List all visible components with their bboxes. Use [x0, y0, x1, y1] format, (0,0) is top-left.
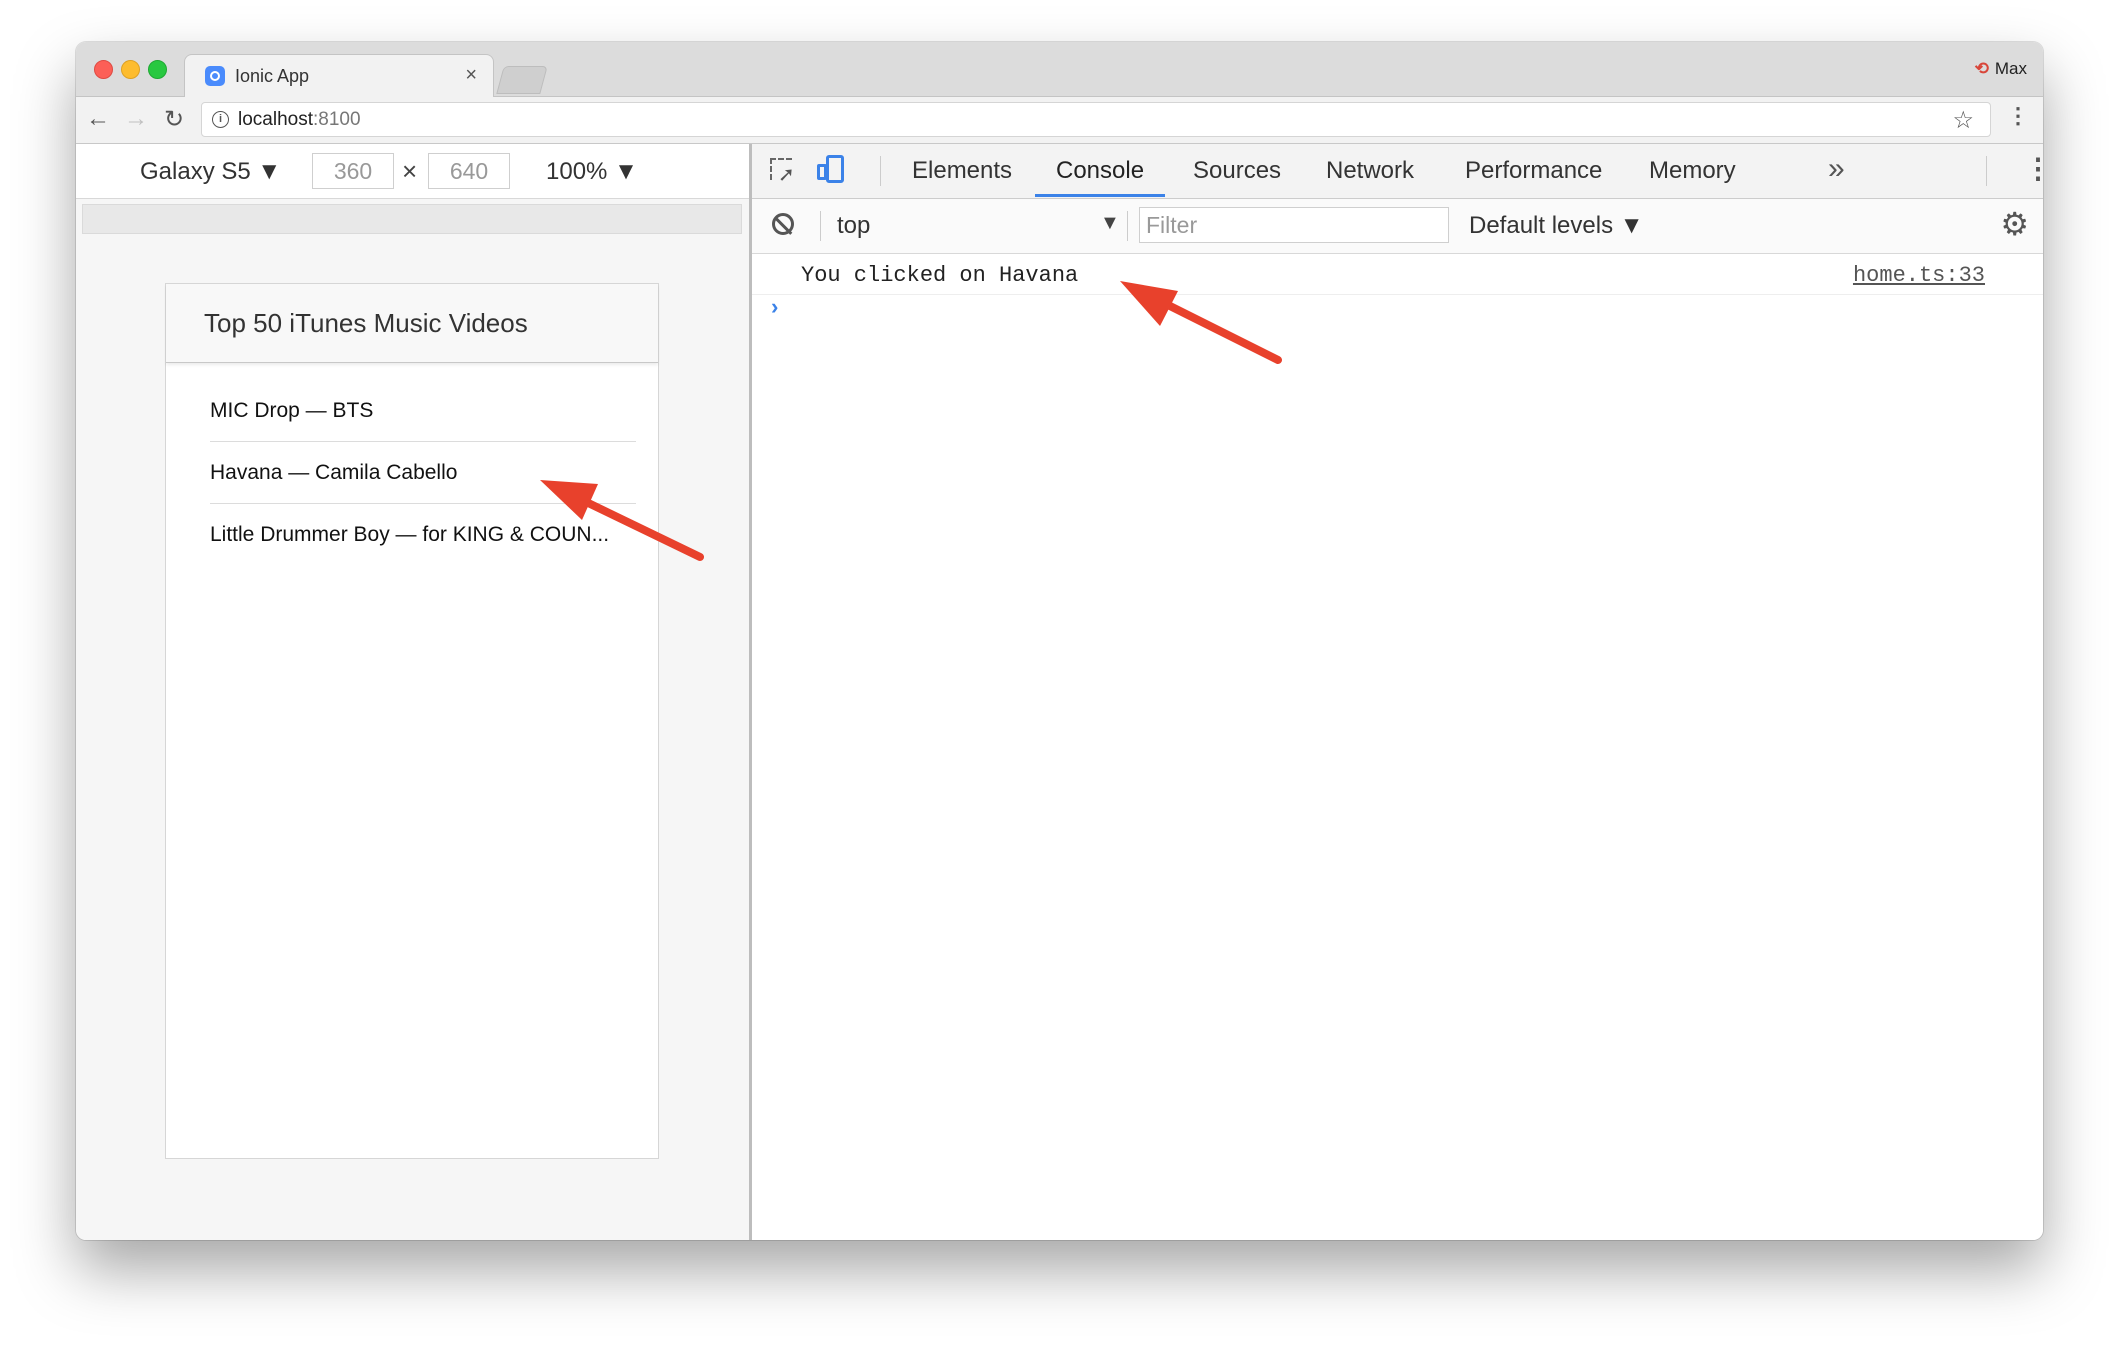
media-query-ruler[interactable] [82, 204, 742, 234]
back-arrow-icon[interactable]: ← [86, 105, 110, 133]
phone-viewport: Top 50 iTunes Music Videos MIC Drop — BT… [165, 283, 659, 1159]
divider [820, 211, 821, 241]
browser-toolbar: ← → ↻ i localhost:8100 ☆ ⋮ [76, 97, 2043, 144]
forward-arrow-icon[interactable]: → [124, 105, 148, 133]
tab-console[interactable]: Console [1056, 157, 1144, 185]
tab-sources[interactable]: Sources [1193, 157, 1281, 185]
title-bar: Ionic App × ⟲ Max [76, 42, 2043, 97]
list-item[interactable]: Havana — Camila Cabello [210, 442, 636, 504]
browser-menu-icon[interactable]: ⋮ [2007, 103, 2029, 129]
list-item[interactable]: MIC Drop — BTS [210, 380, 636, 442]
tab-memory[interactable]: Memory [1649, 157, 1736, 185]
dropdown-triangle-icon: ▼ [257, 158, 282, 185]
ionic-favicon-icon [205, 66, 225, 86]
device-name-label: Galaxy S5 [140, 158, 251, 185]
device-toolbar: Galaxy S5 ▼ 360 × 640 100% ▼ [76, 144, 749, 199]
browser-window: Ionic App × ⟲ Max ← → ↻ i localhost:8100 … [76, 42, 2043, 1240]
app-title: Top 50 iTunes Music Videos [204, 308, 528, 338]
devtools-tab-bar: Elements Console Sources Network Perform… [752, 144, 2043, 199]
height-input[interactable]: 640 [428, 153, 510, 189]
active-tab-indicator [1035, 194, 1165, 197]
gear-icon[interactable]: ⚙ [2000, 205, 2029, 243]
device-emulation-pane: Galaxy S5 ▼ 360 × 640 100% ▼ Top 50 iTun… [76, 144, 752, 1240]
video-list: MIC Drop — BTS Havana — Camila Cabello L… [210, 380, 636, 566]
inspect-element-icon[interactable] [770, 158, 795, 187]
toggle-device-icon[interactable] [817, 155, 844, 183]
console-log-row: You clicked on Havana home.ts:33 [752, 254, 2043, 295]
reload-icon[interactable]: ↻ [164, 105, 184, 134]
app-header: Top 50 iTunes Music Videos [166, 284, 658, 363]
console-toolbar: top ▼ Filter Default levels ▼ ⚙ [752, 199, 2043, 254]
log-levels-select[interactable]: Default levels ▼ [1469, 212, 1644, 240]
profile-name: Max [1994, 59, 2027, 78]
dropdown-triangle-icon[interactable]: ▼ [1100, 212, 1120, 235]
log-source-link[interactable]: home.ts:33 [1853, 263, 1985, 288]
width-input[interactable]: 360 [312, 153, 394, 189]
info-icon[interactable]: i [212, 111, 229, 128]
filter-input[interactable]: Filter [1139, 207, 1449, 243]
times-icon: × [402, 156, 418, 186]
new-tab-button[interactable] [496, 66, 548, 94]
url-port: :8100 [313, 109, 361, 130]
dropdown-triangle-icon: ▼ [614, 158, 638, 185]
url-text[interactable]: localhost:8100 [238, 109, 361, 131]
tab-title: Ionic App [235, 66, 310, 86]
sync-icon: ⟲ [1974, 59, 1989, 78]
profile-button[interactable]: ⟲ Max [1975, 59, 2027, 79]
minimize-window-button[interactable] [121, 60, 140, 79]
tab-close-icon[interactable]: × [465, 64, 477, 87]
bookmark-star-icon[interactable]: ☆ [1952, 106, 1974, 135]
address-bar[interactable]: i localhost:8100 ☆ [201, 102, 1991, 137]
divider [1986, 156, 1987, 186]
close-window-button[interactable] [94, 60, 113, 79]
log-message: You clicked on Havana [801, 263, 1079, 288]
more-tabs-icon[interactable]: » [1828, 152, 1845, 186]
divider [880, 156, 881, 186]
tab-elements[interactable]: Elements [912, 157, 1012, 185]
console-prompt-icon[interactable]: › [768, 296, 781, 321]
context-select[interactable]: top [837, 212, 870, 240]
list-item[interactable]: Little Drummer Boy — for KING & COUN... [210, 504, 636, 566]
maximize-window-button[interactable] [148, 60, 167, 79]
browser-tab[interactable]: Ionic App × [184, 54, 494, 97]
dropdown-triangle-icon: ▼ [1619, 212, 1644, 239]
devtools-menu-icon[interactable]: ⋮ [2024, 152, 2043, 185]
device-select[interactable]: Galaxy S5 ▼ [140, 158, 281, 186]
divider [1127, 211, 1128, 241]
url-host: localhost [238, 109, 313, 130]
tab-performance[interactable]: Performance [1465, 157, 1602, 185]
log-levels-label: Default levels [1469, 212, 1614, 239]
tab-network[interactable]: Network [1326, 157, 1414, 185]
zoom-select[interactable]: 100% ▼ [546, 158, 638, 186]
clear-console-icon[interactable] [772, 213, 794, 235]
devtools-panel: Elements Console Sources Network Perform… [752, 144, 2043, 1240]
zoom-label: 100% [546, 158, 608, 185]
